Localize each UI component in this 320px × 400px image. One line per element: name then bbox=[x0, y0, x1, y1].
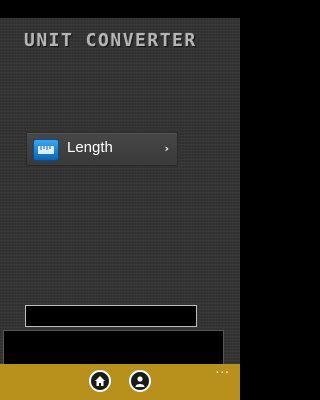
app-bar: ... bbox=[0, 363, 240, 400]
chevron-right-icon: › bbox=[164, 142, 169, 155]
person-icon bbox=[135, 376, 145, 387]
category-item-label: Length bbox=[67, 139, 113, 156]
app-title: UNIT CONVERTER bbox=[24, 30, 197, 51]
profile-button[interactable] bbox=[129, 370, 151, 392]
result-panel bbox=[3, 330, 224, 367]
home-icon bbox=[95, 376, 105, 386]
more-options-button[interactable]: ... bbox=[216, 363, 230, 375]
home-button[interactable] bbox=[89, 370, 111, 392]
main-content: UNIT CONVERTER Length › bbox=[0, 18, 240, 367]
status-bar bbox=[0, 0, 240, 18]
category-item-length[interactable]: Length › bbox=[26, 132, 178, 166]
ruler-icon bbox=[33, 139, 59, 161]
value-input[interactable] bbox=[25, 305, 197, 327]
